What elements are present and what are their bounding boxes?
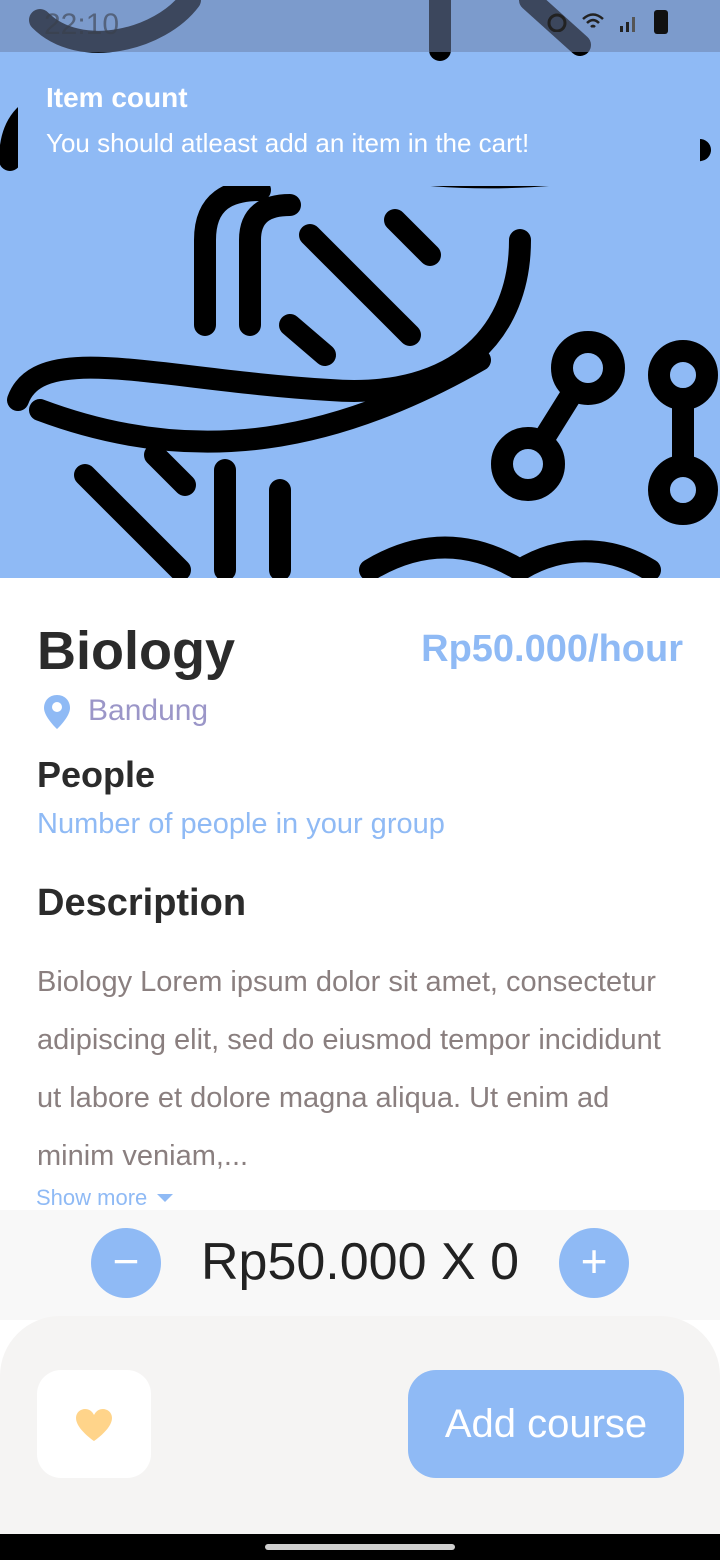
toast-message: You should atleast add an item in the ca… [46, 128, 530, 158]
decrease-quantity-button[interactable]: − [91, 1228, 161, 1298]
status-time: 22:10 [44, 8, 120, 41]
description-text: Biology Lorem ipsum dolor sit amet, cons… [37, 966, 661, 1172]
alarm-icon [547, 13, 567, 32]
show-more-link[interactable]: Show more [36, 1185, 174, 1211]
toast-title: Item count [46, 82, 188, 113]
home-gesture-handle[interactable] [265, 1544, 455, 1550]
signal-icon [620, 17, 635, 32]
quantity-summary: Rp50.000 X 0 [200, 1233, 520, 1291]
heart-icon [76, 1409, 112, 1441]
show-more-label: Show more [36, 1185, 148, 1210]
add-course-button[interactable]: Add course [408, 1370, 684, 1478]
item-count-toast: Item count You should atleast add an ite… [18, 62, 700, 186]
favorite-button[interactable] [37, 1370, 151, 1478]
status-icons [546, 10, 668, 34]
description-heading: Description [37, 882, 247, 924]
course-title: Biology [37, 621, 235, 681]
battery-icon [654, 10, 668, 34]
chevron-down-icon [157, 1194, 174, 1202]
course-location: Bandung [88, 694, 209, 727]
wifi-icon [582, 13, 604, 28]
status-bar: 22:10 [0, 0, 720, 52]
location-pin-icon [44, 695, 70, 729]
people-hint: Number of people in your group [37, 808, 445, 840]
increase-quantity-button[interactable]: + [559, 1228, 629, 1298]
people-heading: People [37, 754, 156, 795]
course-price: Rp50.000/hour [421, 628, 683, 670]
